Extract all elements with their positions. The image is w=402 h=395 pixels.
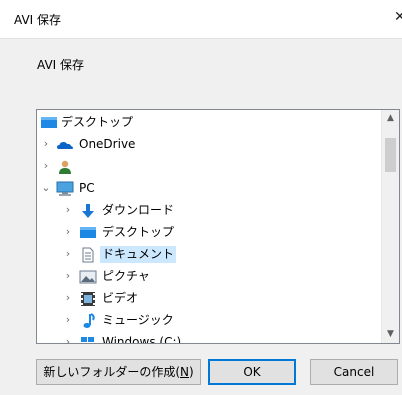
title-bar: AVI 保存 ✕ (0, 0, 402, 39)
expand-chevron-icon[interactable]: › (62, 225, 74, 238)
expand-chevron-icon[interactable]: › (40, 137, 52, 150)
new-folder-button[interactable]: 新しいフォルダーの作成(N) (36, 359, 201, 385)
tree-item-music[interactable]: › ミュージック (37, 310, 380, 332)
tree-item-desktop-root[interactable]: デスクトップ (37, 112, 380, 134)
tree-item-label: デスクトップ (102, 225, 175, 239)
desktop-icon (41, 117, 57, 128)
tree-item-windows-drive[interactable]: › Windows (C:) (37, 332, 380, 344)
scrollbar-thumb[interactable] (385, 138, 396, 172)
expand-chevron-icon[interactable]: › (62, 291, 74, 304)
tree-item-desktop[interactable]: › デスクトップ (37, 222, 380, 244)
scroll-down-arrow-icon[interactable]: ▼ (382, 326, 399, 343)
collapse-chevron-icon[interactable]: ⌄ (40, 181, 52, 194)
close-icon[interactable]: ✕ (394, 9, 402, 25)
tree-item-label (77, 158, 81, 160)
ok-button[interactable]: OK (208, 359, 296, 385)
folder-tree[interactable]: デスクトップ › OneDrive › ⌄ PC › ダウンロード › デスクト… (36, 109, 400, 344)
new-folder-access-key: N (180, 365, 189, 379)
expand-chevron-icon[interactable]: › (62, 313, 74, 326)
onedrive-cloud-icon (57, 142, 73, 149)
user-icon (59, 160, 71, 174)
tree-item-label: OneDrive (79, 137, 136, 151)
tree-item-pictures[interactable]: › ピクチャ (37, 266, 380, 288)
tree-item-pc[interactable]: ⌄ PC (37, 178, 380, 200)
music-icon (83, 313, 95, 328)
scroll-up-arrow-icon[interactable]: ▲ (382, 110, 399, 127)
tree-item-label: Windows (C:) (102, 335, 182, 344)
tree-item-label: ビデオ (102, 291, 139, 305)
tree-item-label: デスクトップ (61, 115, 134, 129)
tree-item-label: ピクチャ (102, 269, 150, 283)
tree-item-user[interactable]: › (37, 156, 380, 178)
expand-chevron-icon[interactable]: › (62, 269, 74, 282)
window-title: AVI 保存 (14, 13, 62, 27)
expand-chevron-icon[interactable]: › (40, 159, 52, 172)
tree-item-label: ドキュメント (100, 246, 177, 263)
dialog-prompt: AVI 保存 (37, 58, 85, 72)
tree-item-label: ミュージック (102, 313, 174, 327)
download-arrow-icon (82, 204, 94, 218)
expand-chevron-icon[interactable]: › (62, 203, 74, 216)
cancel-button[interactable]: Cancel (310, 359, 398, 385)
vertical-scrollbar[interactable]: ▲ ▼ (381, 110, 399, 343)
drive-icon (81, 337, 94, 342)
tree-item-label: ダウンロード (102, 203, 175, 217)
desktop-icon (80, 227, 96, 238)
video-icon (81, 292, 95, 306)
tree-item-label: PC (79, 181, 95, 195)
tree-item-video[interactable]: › ビデオ (37, 288, 380, 310)
pictures-icon (79, 270, 97, 284)
expand-chevron-icon[interactable]: › (62, 335, 74, 343)
new-folder-label-end: ) (188, 365, 194, 379)
expand-chevron-icon[interactable]: › (62, 247, 74, 260)
tree-item-documents[interactable]: › ドキュメント (37, 244, 380, 266)
pc-icon (56, 181, 74, 196)
document-icon (82, 247, 94, 263)
tree-item-onedrive[interactable]: › OneDrive (37, 134, 380, 156)
new-folder-label: 新しいフォルダーの作成( (43, 365, 180, 379)
tree-item-downloads[interactable]: › ダウンロード (37, 200, 380, 222)
